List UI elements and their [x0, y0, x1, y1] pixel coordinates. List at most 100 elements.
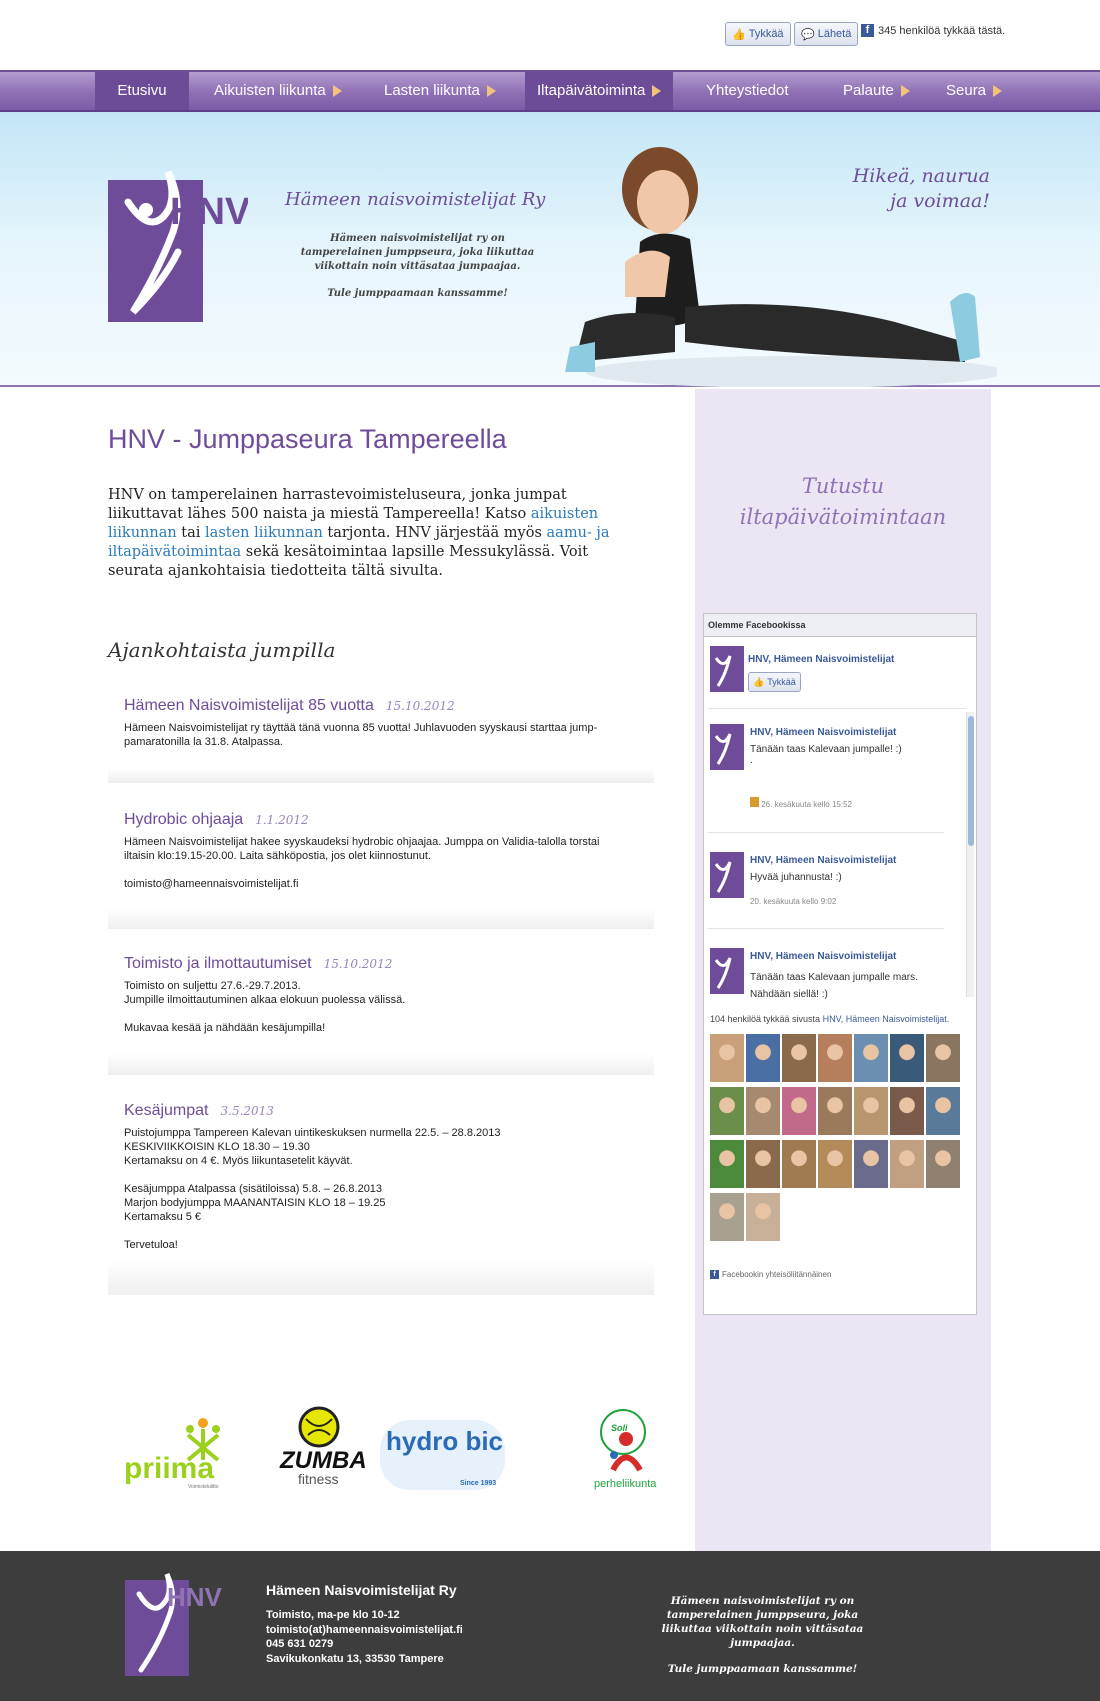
hydrobic-text: hydro bic [386, 1426, 503, 1456]
footer: HNV Hämeen Naisvoimistelijat Ry Toimisto… [0, 1551, 1100, 1701]
hero-banner: HNV Hämeen naisvoimistelijat Ry Hämeen n… [0, 112, 1100, 387]
post-text: Hyvää juhannusta! :) [750, 872, 842, 883]
fan-avatar[interactable] [926, 1140, 960, 1188]
promo-line: iltapäivätoimintaan [739, 505, 947, 529]
main-nav: Etusivu Aikuisten liikunta Lasten liikun… [0, 70, 1100, 112]
facebook-icon: f [861, 24, 874, 37]
soli-logo[interactable]: Soli perheliikunta [594, 1409, 657, 1490]
fan-avatar[interactable] [710, 1193, 744, 1241]
fan-avatar[interactable] [782, 1193, 816, 1241]
fan-avatars [710, 1034, 960, 1249]
nav-item-yhteystiedot[interactable]: Yhteystiedot [694, 72, 801, 110]
fb-box-footer: f Facebookin yhteisöliitännäinen [710, 1270, 831, 1279]
nav-label: Iltapäivätoiminta [537, 82, 646, 99]
footer-logo-text: HNV [167, 1582, 223, 1612]
fb-box-like-button[interactable]: 👍 Tykkää [748, 672, 801, 692]
promo-line: Tutustu [801, 474, 885, 498]
zumba-logo[interactable]: ZUMBA fitness [279, 1406, 367, 1487]
kids-sports-link[interactable]: lasten liikunnan [205, 525, 323, 541]
nav-item-etusivu[interactable]: Etusivu [95, 72, 189, 110]
post-time: 26. kesäkuuta kello 15:52 [750, 797, 852, 809]
post-avatar[interactable] [710, 852, 744, 898]
arrow-right-icon [332, 85, 342, 98]
likes-prefix: 104 henkilöä tykkää sivusta [710, 1014, 823, 1024]
footer-office-hours: Toimisto, ma-pe klo 10-12 [266, 1609, 400, 1621]
nav-label: Palaute [843, 82, 894, 99]
zumba-text: ZUMBA [279, 1447, 367, 1474]
priima-sub: Voimistelulitto [188, 1484, 219, 1490]
nav-item-aikuisten-liikunta[interactable]: Aikuisten liikunta [202, 72, 354, 110]
facebook-like-box: Olemme Facebookissa HNV, Hämeen Naisvoim… [703, 613, 977, 1315]
post-author[interactable]: HNV, Hämeen Naisvoimistelijat [750, 951, 896, 962]
fan-avatar[interactable] [710, 1087, 744, 1135]
news-body: Toimisto on suljettu 27.6.-29.7.2013. Ju… [124, 980, 406, 1034]
post-avatar[interactable] [710, 948, 744, 994]
fan-avatar[interactable] [746, 1193, 780, 1241]
news-title[interactable]: Hämeen Naisvoimistelijat 85 vuotta 15.10.… [124, 697, 455, 715]
fan-avatar[interactable] [746, 1087, 780, 1135]
fan-avatar[interactable] [890, 1140, 924, 1188]
hnv-logo[interactable]: HNV [108, 162, 248, 322]
page-avatar[interactable] [710, 646, 744, 692]
fan-avatar[interactable] [782, 1140, 816, 1188]
news-item: Hydrobic ohjaaja 1.1.2012 Hämeen Naisvoim… [108, 811, 654, 929]
news-title-text: Hydrobic ohjaaja [124, 811, 244, 828]
fb-page-name[interactable]: HNV, Hämeen Naisvoimistelijat [748, 654, 894, 665]
top-bar: 👍 Tykkää 💬 Lähetä f 345 henkilöä tykkää … [0, 0, 1100, 70]
fan-avatar[interactable] [782, 1087, 816, 1135]
news-title[interactable]: Hydrobic ohjaaja 1.1.2012 [124, 811, 309, 829]
fan-avatar[interactable] [854, 1087, 888, 1135]
nav-item-seura[interactable]: Seura [934, 72, 1014, 110]
fan-avatar[interactable] [746, 1034, 780, 1082]
fan-avatar[interactable] [854, 1034, 888, 1082]
post-text: Tänään taas Kalevaan jumpalle! :) [750, 744, 902, 755]
arrow-right-icon [486, 85, 496, 98]
fb-send-button[interactable]: 💬 Lähetä [794, 22, 859, 46]
fan-avatar[interactable] [890, 1034, 924, 1082]
footer-org-name: Hämeen Naisvoimistelijat Ry [266, 1582, 457, 1598]
sponsor-logos: priima Voimistelulitto ZUMBA fitness hyd… [124, 1406, 657, 1490]
fan-avatar[interactable] [746, 1140, 780, 1188]
fan-avatar[interactable] [818, 1087, 852, 1135]
news-title[interactable]: Toimisto ja ilmottautumiset 15.10.2012 [124, 955, 392, 973]
divider [708, 708, 966, 709]
news-title-text: Hämeen Naisvoimistelijat 85 vuotta [124, 697, 374, 714]
nav-label: Seura [946, 82, 987, 99]
post-avatar[interactable] [710, 724, 744, 770]
nav-item-palaute[interactable]: Palaute [831, 72, 922, 110]
fan-avatar[interactable] [710, 1034, 744, 1082]
fb-like-button[interactable]: 👍 Tykkää [725, 22, 791, 46]
nav-item-iltapaivatoiminta[interactable]: Iltapäivätoiminta [525, 72, 674, 110]
post-author[interactable]: HNV, Hämeen Naisvoimistelijat [750, 727, 896, 738]
fan-avatar[interactable] [710, 1140, 744, 1188]
news-item: Kesäjumpat 3.5.2013 Puistojumppa Tamperee… [108, 1102, 654, 1295]
nav-label: Aikuisten liikunta [214, 82, 326, 99]
sidebar: Tutustu iltapäivätoimintaan Olemme Faceb… [695, 389, 991, 1551]
post-text: . [750, 755, 753, 766]
nav-item-lasten-liikunta[interactable]: Lasten liikunta [372, 72, 508, 110]
priima-logo[interactable]: priima Voimistelulitto [124, 1418, 220, 1490]
intro-text-part: HNV on tamperelainen harrastevoimistelus… [108, 487, 567, 522]
fb-footer-text: Facebookin yhteisöliitännäinen [722, 1270, 832, 1279]
fan-avatar[interactable] [854, 1140, 888, 1188]
fan-avatar[interactable] [926, 1087, 960, 1135]
news-title[interactable]: Kesäjumpat 3.5.2013 [124, 1102, 274, 1120]
fan-avatar[interactable] [818, 1034, 852, 1082]
scrollbar-thumb[interactable] [968, 716, 974, 846]
hydrobic-logo[interactable]: hydro bic Since 1993 [380, 1420, 505, 1490]
news-item: Toimisto ja ilmottautumiset 15.10.2012 To… [108, 955, 654, 1075]
fan-avatar[interactable] [926, 1034, 960, 1082]
footer-email[interactable]: toimisto(at)hameennaisvoimistelijat.fi [266, 1624, 463, 1636]
fb-feed-scrollbar[interactable] [966, 712, 974, 997]
footer-logo[interactable]: HNV [125, 1566, 225, 1676]
likes-page-link[interactable]: HNV, Hämeen Naisvoimistelijat. [823, 1014, 950, 1024]
post-author[interactable]: HNV, Hämeen Naisvoimistelijat [750, 855, 896, 866]
fan-avatar[interactable] [818, 1140, 852, 1188]
fan-avatar[interactable] [890, 1087, 924, 1135]
fan-avatar[interactable] [782, 1034, 816, 1082]
footer-cta: Tule jumppaamaan kanssamme! [667, 1663, 858, 1675]
divider [708, 928, 944, 929]
fb-send-label: Lähetä [817, 28, 852, 40]
afternoon-activity-promo[interactable]: Tutustu iltapäivätoimintaan [695, 471, 991, 533]
intro-text-part: tarjonta. HNV järjestää myös [322, 525, 547, 541]
